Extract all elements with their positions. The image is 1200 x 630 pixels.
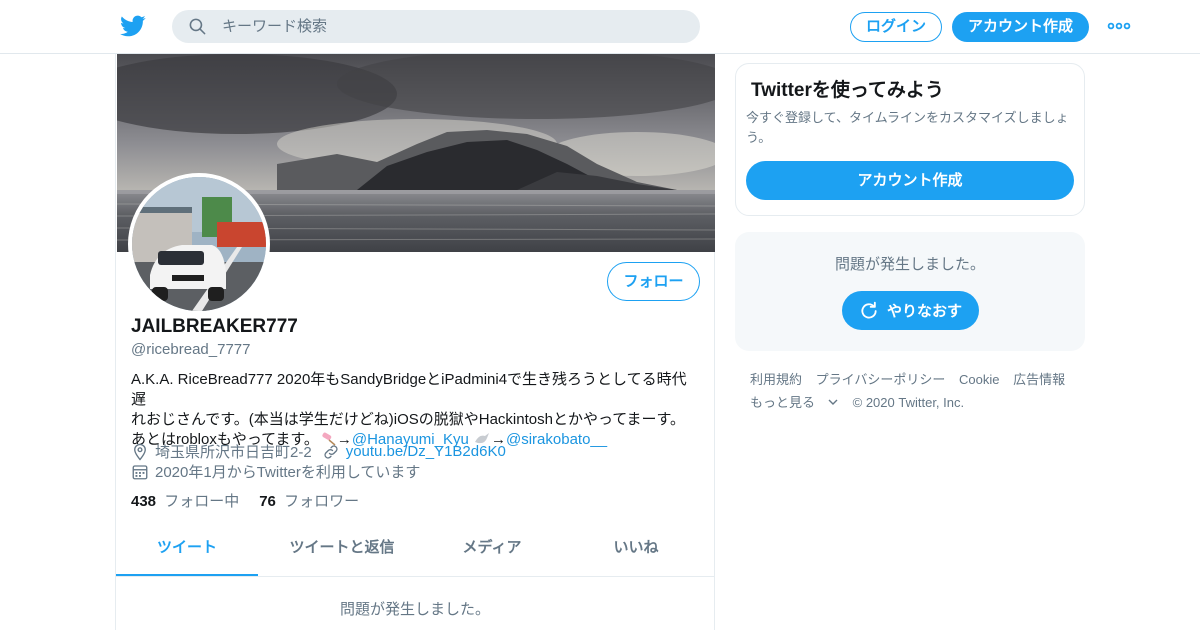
signup-card-title: Twitterを使ってみよう	[751, 80, 944, 101]
profile-bio: A.K.A. RiceBread777 2020年もSandyBridgeとiP…	[131, 370, 701, 450]
retry-label: やりなおす	[886, 303, 962, 320]
footer-link-cookie[interactable]: Cookie	[959, 372, 999, 387]
tab-media[interactable]: メディア	[426, 522, 558, 576]
calendar-icon	[132, 464, 148, 479]
avatar[interactable]	[128, 173, 270, 315]
search-icon	[189, 18, 206, 35]
profile-location: 埼玉県所沢市日吉町2-2	[155, 444, 312, 461]
search-input[interactable]	[222, 10, 682, 43]
followers-label: フォロワー	[284, 493, 360, 510]
signup-button[interactable]: アカウント作成	[952, 12, 1089, 42]
footer-more-link[interactable]: もっと見る	[750, 395, 839, 410]
login-button[interactable]: ログイン	[850, 12, 942, 42]
chevron-down-icon	[828, 399, 838, 405]
footer-link-privacy[interactable]: プライバシーポリシー	[816, 372, 946, 387]
footer-link-ads[interactable]: 広告情報	[1013, 372, 1065, 387]
following-count: 438	[131, 493, 157, 510]
tab-likes[interactable]: いいね	[558, 522, 714, 576]
following-label: フォロー中	[164, 493, 240, 510]
refresh-icon	[861, 301, 877, 319]
followers-count: 76	[259, 493, 276, 510]
profile-joined-date: 2020年1月からTwitterを利用しています	[155, 464, 421, 481]
timeline-error-text: 問題が発生しました。	[339, 601, 490, 618]
create-account-button[interactable]: アカウント作成	[746, 161, 1074, 200]
profile-tabs: ツイート ツイートと返信 メディア いいね	[116, 522, 714, 577]
sidebar-error-text: 問題が発生しました。	[834, 256, 985, 273]
profile-stats: 438 フォロー中 76 フォロワー	[131, 490, 379, 511]
twitter-bird-icon[interactable]	[119, 13, 147, 39]
avatar-image	[132, 177, 266, 311]
bio-line: A.K.A. RiceBread777 2020年もSandyBridgeとiP…	[131, 371, 687, 408]
footer-links: 利用規約 プライバシーポリシー Cookie 広告情報 もっと見る © 2020…	[750, 368, 1080, 414]
bio-line: れおじさんです。(本当は学生だけどね)iOSの脱獄やHackintoshとかやっ…	[131, 411, 685, 428]
profile-meta-row: 埼玉県所沢市日吉町2-2 youtu.be/Dz_Y1B2d6K0	[131, 441, 506, 462]
top-bar: ログイン アカウント作成	[0, 0, 1200, 54]
following-count-link[interactable]: 438 フォロー中	[131, 490, 239, 511]
footer-link-terms[interactable]: 利用規約	[750, 372, 802, 387]
follow-button[interactable]: フォロー	[607, 262, 700, 301]
retry-button[interactable]: やりなおす	[842, 291, 979, 330]
profile-handle: @ricebread_7777	[131, 341, 251, 358]
signup-card: Twitterを使ってみよう 今すぐ登録して、タイムラインをカスタマイズしましょ…	[735, 63, 1085, 216]
more-dots-icon[interactable]	[1107, 18, 1131, 34]
mention-link-sirakobato[interactable]: @sirakobato__	[506, 431, 607, 448]
signup-card-description: 今すぐ登録して、タイムラインをカスタマイズしましょう。	[746, 110, 1069, 145]
tab-tweets-and-replies[interactable]: ツイートと返信	[258, 522, 426, 576]
location-pin-icon	[134, 443, 146, 461]
sidebar-error-card: 問題が発生しました。 やりなおす	[735, 232, 1085, 351]
footer-copyright: © 2020 Twitter, Inc.	[852, 395, 965, 410]
profile-column: フォロー JAILBREAKER777 @ricebread_7777 A.K.…	[115, 54, 715, 630]
followers-count-link[interactable]: 76 フォロワー	[259, 490, 359, 511]
link-icon	[324, 444, 338, 459]
profile-name: JAILBREAKER777	[131, 316, 298, 337]
tab-tweets[interactable]: ツイート	[116, 522, 258, 576]
search-box[interactable]	[172, 10, 700, 43]
profile-url-link[interactable]: youtu.be/Dz_Y1B2d6K0	[346, 443, 506, 460]
profile-meta-row: 2020年1月からTwitterを利用しています	[131, 461, 420, 482]
footer-more-label: もっと見る	[750, 395, 816, 410]
